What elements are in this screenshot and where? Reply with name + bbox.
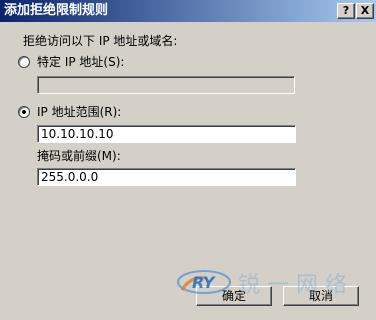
mask-label: 掩码或前缀(M):: [37, 149, 121, 163]
single-ip-input[interactable]: [37, 76, 295, 94]
single-ip-label: 特定 IP 地址(S):: [37, 55, 125, 69]
prompt-label: 拒绝访问以下 IP 地址或域名:: [23, 34, 178, 48]
ok-button[interactable]: 确定: [196, 286, 272, 306]
radio-selected-dot: [22, 110, 26, 114]
ip-range-input[interactable]: 10.10.10.10: [37, 125, 296, 143]
close-button[interactable]: X: [356, 3, 374, 19]
title-bar: 添加拒绝限制规则 ? X: [0, 0, 376, 22]
cancel-button[interactable]: 取消: [283, 286, 359, 306]
radio-single-ip[interactable]: [18, 56, 30, 68]
mask-input[interactable]: 255.0.0.0: [37, 168, 296, 186]
window-title: 添加拒绝限制规则: [4, 3, 109, 18]
help-button[interactable]: ?: [337, 3, 355, 19]
ip-range-label: IP 地址范围(R):: [37, 105, 122, 119]
radio-ip-range[interactable]: [18, 106, 30, 118]
